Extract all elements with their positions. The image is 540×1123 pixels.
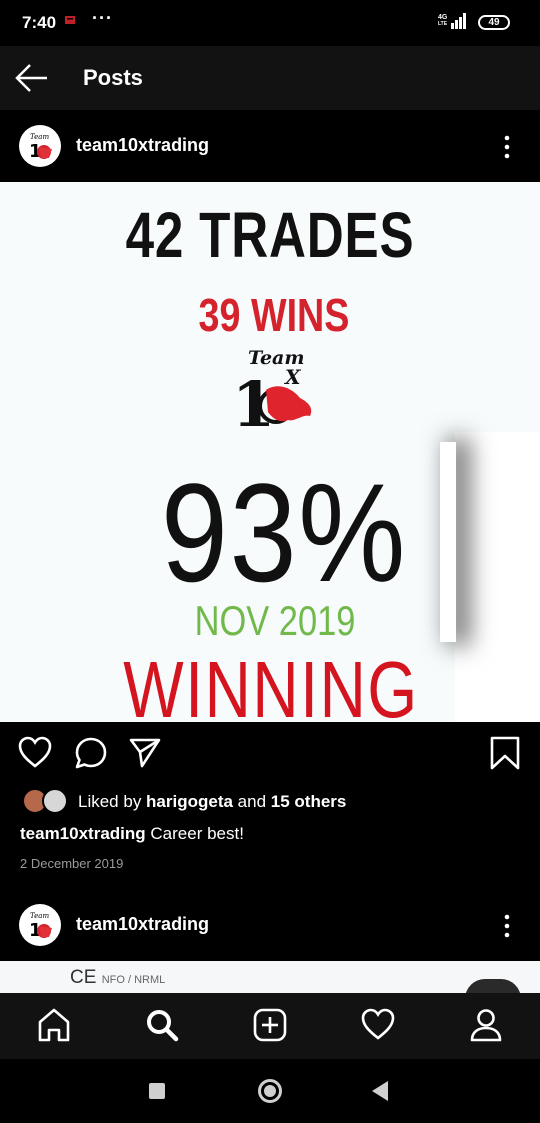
team10x-logo-icon: Team 1 X (232, 347, 312, 440)
post-actions (0, 722, 540, 784)
image-date: NOV 2019 (194, 597, 356, 644)
liked-middle: and (232, 792, 271, 811)
svg-text:Team: Team (30, 133, 49, 141)
floating-button[interactable] (465, 979, 521, 993)
add-post-icon[interactable] (252, 1007, 288, 1043)
top-app-bar: Posts (0, 46, 540, 110)
network-type: 4G LTE (438, 14, 447, 28)
more-notifications-icon: ··· (92, 8, 113, 28)
signal-icon (451, 13, 466, 29)
bottom-navigation (0, 993, 540, 1059)
status-time: 7:40 (22, 13, 57, 32)
heart-icon[interactable] (18, 736, 52, 770)
activity-heart-icon[interactable] (360, 1007, 396, 1043)
preview-ce: CE (70, 967, 97, 988)
team10x-logo-icon: Team 1 (29, 133, 52, 162)
back-triangle-icon[interactable] (372, 1081, 388, 1101)
liked-others[interactable]: 15 others (271, 792, 347, 811)
home-circle-icon[interactable] (258, 1079, 282, 1103)
search-icon[interactable] (144, 1007, 180, 1043)
post-date: 2 December 2019 (20, 856, 124, 871)
post-username[interactable]: team10xtrading (76, 914, 209, 935)
post-caption: team10xtrading Career best! (20, 824, 244, 844)
caption-username[interactable]: team10xtrading (20, 824, 146, 843)
caption-text: Career best! (145, 824, 244, 843)
svg-text:Team: Team (30, 912, 49, 920)
recents-icon[interactable] (149, 1083, 165, 1099)
logo-x-text: X (283, 365, 302, 389)
battery-indicator: 49 (478, 15, 510, 30)
notification-icon (65, 16, 75, 24)
status-bar: 7:40 ··· 4G LTE 49 (0, 0, 540, 46)
image-winning: WINNING (123, 645, 419, 722)
avatar[interactable]: Team 1 (19, 125, 61, 167)
likes-row[interactable]: Liked by harigogeta and 15 others (0, 786, 540, 818)
share-icon[interactable] (128, 736, 162, 770)
liked-user[interactable]: harigogeta (146, 792, 233, 811)
more-options-icon[interactable] (498, 134, 516, 160)
post-username[interactable]: team10xtrading (76, 135, 209, 156)
liked-by-text: Liked by harigogeta and 15 others (78, 792, 346, 812)
next-post-preview-text: CE NFO / NRML (70, 967, 165, 989)
more-options-icon[interactable] (498, 913, 516, 939)
home-icon[interactable] (36, 1007, 72, 1043)
image-headline-wins: 39 WINS (198, 289, 350, 341)
network-label: 4G (438, 14, 448, 21)
next-post-header: Team 1 team10xtrading (0, 889, 540, 961)
preview-small: NFO / NRML (101, 974, 166, 986)
bookmark-icon[interactable] (488, 736, 522, 770)
liked-prefix: Liked by (78, 792, 147, 811)
page-title: Posts (83, 65, 143, 90)
comment-icon[interactable] (74, 736, 108, 770)
post-header: Team 1 team10xtrading (0, 110, 540, 182)
network-sub-label: LTE (438, 21, 448, 27)
liker-avatar (42, 788, 68, 814)
image-percent: 93% (160, 454, 408, 611)
system-navigation (0, 1059, 540, 1123)
team10x-logo-icon: Team 1 (29, 912, 52, 941)
avatar[interactable]: Team 1 (19, 904, 61, 946)
next-post-image[interactable]: CE NFO / NRML (0, 961, 540, 993)
profile-icon[interactable] (468, 1007, 504, 1043)
back-arrow-icon[interactable] (14, 62, 50, 94)
post-image[interactable]: 42 TRADES 39 WINS Team 1 X 93% NOV 2019 … (0, 182, 540, 722)
image-headline-trades: 42 TRADES (125, 199, 415, 271)
home-circle-inner (264, 1085, 276, 1097)
